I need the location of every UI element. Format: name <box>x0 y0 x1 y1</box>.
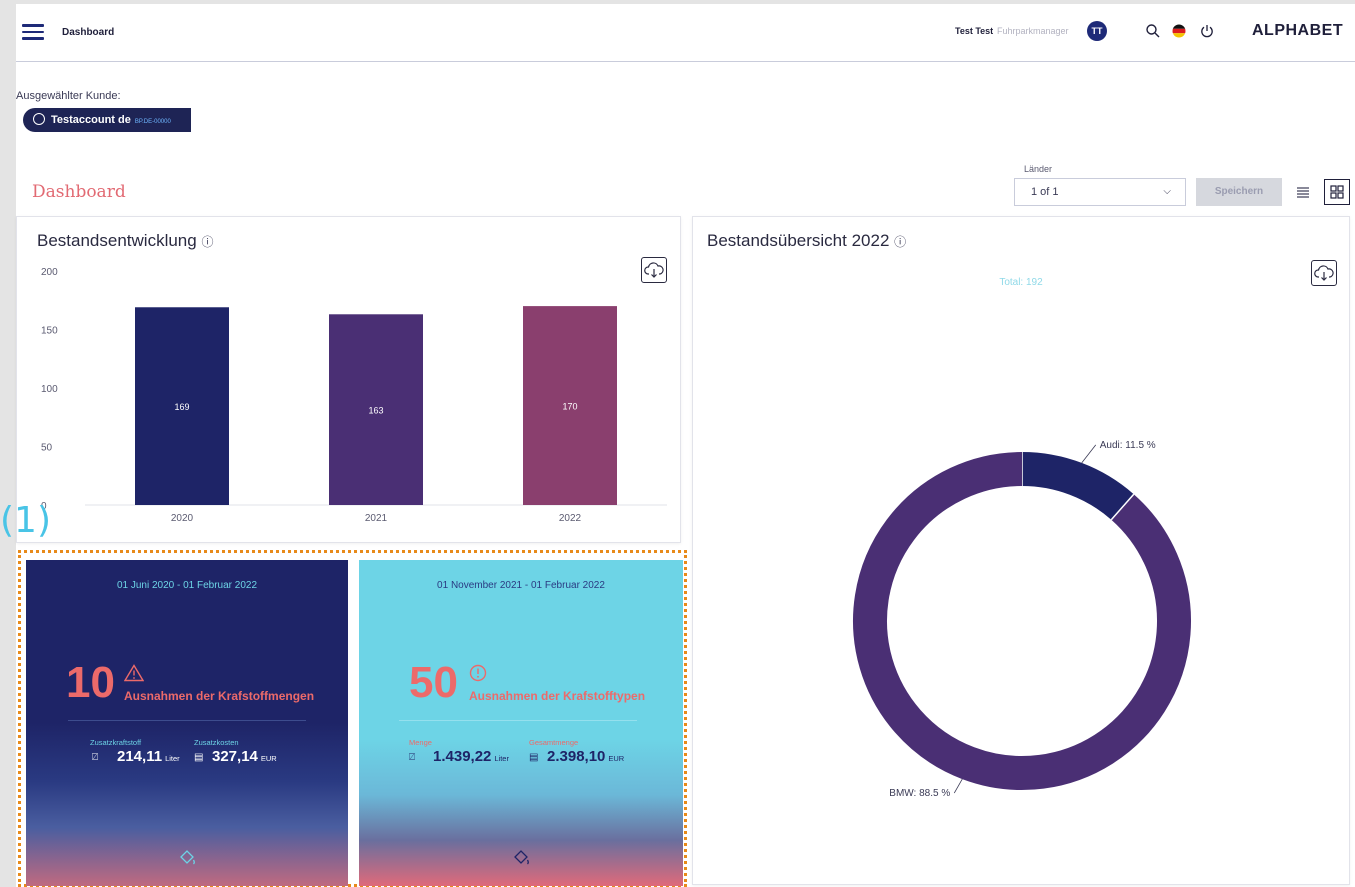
chevron-down-icon: ⌵ <box>1163 186 1171 197</box>
y-tick-label: 100 <box>41 384 58 395</box>
countries-select[interactable]: 1 of 1 ⌵ <box>1014 178 1186 206</box>
calculator-icon: ▤ <box>194 752 204 763</box>
tile-date-range: 01 Juni 2020 - 01 Februar 2022 <box>116 580 258 591</box>
donut-chart-card: Bestandsübersicht 2022 ⓘ Total: 192 Audi… <box>692 216 1350 885</box>
list-view-icon[interactable] <box>1296 185 1310 199</box>
search-icon[interactable] <box>1145 23 1161 39</box>
donut-slice[interactable] <box>1021 452 1134 521</box>
slice-leader-line <box>953 778 963 794</box>
warning-triangle-icon <box>124 664 144 682</box>
stat-label: Zusatzkraftstoff <box>90 738 142 747</box>
donut-slice[interactable] <box>853 452 1191 790</box>
alert-circle-icon <box>469 664 487 682</box>
divider <box>399 720 637 721</box>
countries-select-value: 1 of 1 <box>1031 186 1059 198</box>
callout-marker: (1) <box>0 500 51 541</box>
selected-customer-label: Ausgewählter Kunde: <box>16 90 121 102</box>
y-tick-label: 50 <box>41 443 53 454</box>
top-bar: Dashboard Test Test Fuhrparkmanager TT A… <box>16 4 1355 62</box>
stat-value: 327,14 EUR <box>212 748 277 765</box>
customer-id: BP.DE-00000 <box>134 119 171 125</box>
user-circle-icon <box>33 113 45 125</box>
exception-label: Ausnahmen der Krafstoffmengen <box>124 689 315 703</box>
avatar[interactable]: TT <box>1087 21 1107 41</box>
page-title: Dashboard <box>32 182 126 202</box>
user-name: Test Test <box>955 26 994 36</box>
customer-selector[interactable]: Testaccount de BP.DE-00000 <box>23 108 191 132</box>
stat-value: 2.398,10 EUR <box>547 748 625 765</box>
x-tick-label: 2020 <box>171 513 194 524</box>
tile-date-range: 01 November 2021 - 01 Februar 2022 <box>437 580 605 591</box>
calculator-icon: ▤ <box>529 752 539 763</box>
fuel-bucket-icon <box>359 848 683 873</box>
exception-count: 10 <box>66 658 115 707</box>
stat-label: Menge <box>409 738 432 747</box>
grid-view-button[interactable] <box>1324 179 1350 205</box>
fuel-drop-icon: ⍁ <box>409 752 415 763</box>
power-logout-icon[interactable] <box>1199 23 1215 39</box>
fuel-bucket-icon <box>26 848 348 873</box>
slice-leader-line <box>1081 444 1097 464</box>
slice-label: Audi: 11.5 % <box>1100 440 1156 451</box>
brand-logo[interactable]: ALPHABET <box>1252 22 1343 40</box>
stat-value: 1.439,22 Liter <box>433 748 509 765</box>
bar-data-label: 169 <box>174 402 189 412</box>
x-tick-label: 2021 <box>365 513 388 524</box>
stat-label: Gesamtmenge <box>529 738 579 747</box>
bar-data-label: 170 <box>562 402 577 412</box>
divider <box>68 720 306 721</box>
exception-count: 50 <box>409 658 458 707</box>
fuel-amount-exception-tile[interactable]: 01 Juni 2020 - 01 Februar 2022 10 Ausnah… <box>26 560 348 886</box>
fuel-type-exception-tile[interactable]: 01 November 2021 - 01 Februar 2022 50 Au… <box>359 560 683 886</box>
donut-chart: Audi: 11.5 % BMW: 88.5 % <box>853 440 1191 799</box>
x-tick-label: 2022 <box>559 513 582 524</box>
breadcrumb[interactable]: Dashboard <box>62 27 114 38</box>
fuel-drop-icon: ⍁ <box>92 752 98 763</box>
exception-label: Ausnahmen der Krafstofftypen <box>469 689 646 703</box>
bar-chart: 050100150200169202016320211702022 <box>41 267 667 524</box>
bar-chart-card: Bestandsentwicklung ⓘ 0 50 100 150 200 169 202… <box>16 216 681 543</box>
y-tick-label: 200 <box>41 267 58 278</box>
bar-data-label: 163 <box>368 406 383 416</box>
hamburger-menu-icon[interactable] <box>22 24 44 40</box>
german-flag-icon[interactable] <box>1171 23 1187 39</box>
save-button[interactable]: Speichern <box>1196 178 1282 206</box>
stat-value: 214,11 Liter <box>117 748 180 765</box>
customer-name: Testaccount de <box>51 114 131 126</box>
stat-label: Zusatzkosten <box>194 738 239 747</box>
page: Dashboard Test Test Fuhrparkmanager TT A… <box>0 4 1355 887</box>
y-tick-label: 150 <box>41 326 58 337</box>
slice-label: BMW: 88.5 % <box>889 788 950 799</box>
grid-view-icon <box>1330 185 1344 199</box>
countries-label: Länder <box>1024 164 1053 174</box>
user-role: Fuhrparkmanager <box>997 26 1069 36</box>
